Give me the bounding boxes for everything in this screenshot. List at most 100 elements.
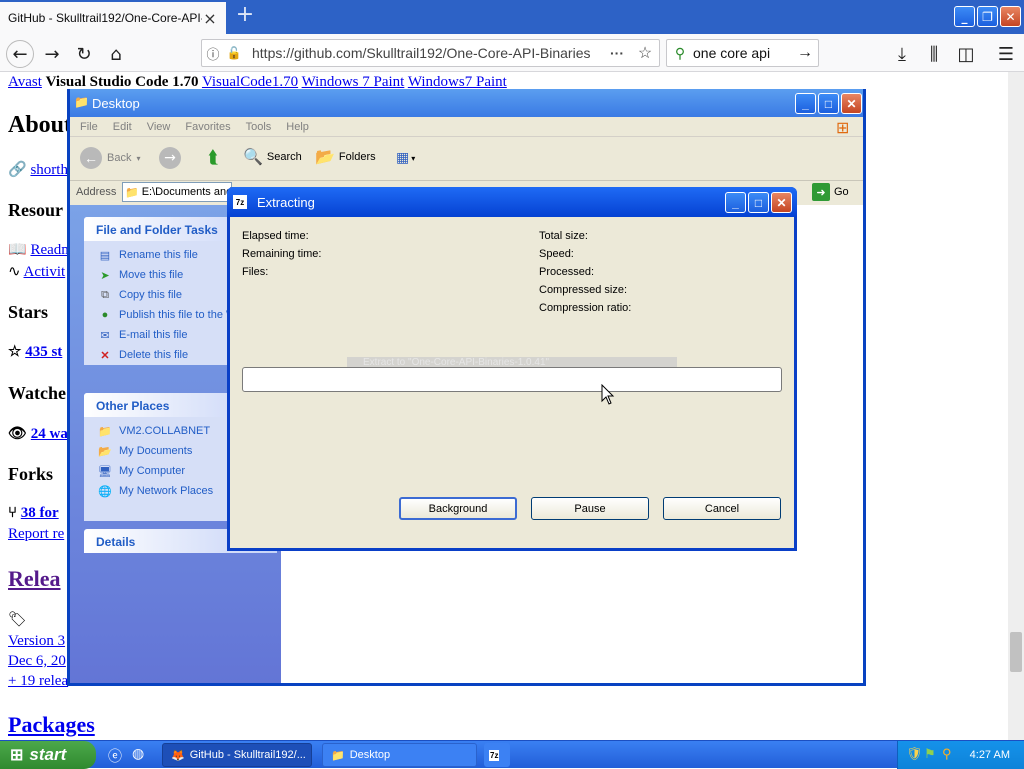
- pulse-icon: ∿: [8, 264, 21, 280]
- folders-button[interactable]: 📂 Folders: [315, 147, 376, 167]
- go-arrow-icon: ➜: [812, 183, 830, 201]
- menu-icon[interactable]: ☰: [992, 40, 1020, 68]
- compression-ratio-label: Compression ratio:: [539, 302, 632, 314]
- page-actions-icon[interactable]: ···: [603, 45, 631, 61]
- reload-icon[interactable]: ↻: [70, 40, 98, 68]
- about-heading: About: [8, 112, 73, 138]
- forward-arrow-icon[interactable]: →: [159, 147, 181, 169]
- url-text[interactable]: https://github.com/Skulltrail192/One-Cor…: [244, 45, 603, 61]
- link-visualcode[interactable]: VisualCode1.70: [202, 74, 298, 90]
- go-button[interactable]: ➜ Go: [812, 183, 849, 201]
- new-tab-button[interactable]: +: [234, 4, 256, 28]
- close-button[interactable]: ✕: [1000, 6, 1021, 27]
- version-link[interactable]: Version 3: [8, 633, 65, 650]
- explorer-minimize-button[interactable]: _: [795, 93, 816, 114]
- search-go-icon[interactable]: →: [792, 44, 818, 62]
- task-github-label: GitHub - Skulltrail192/...: [189, 749, 306, 761]
- cancel-button[interactable]: Cancel: [663, 497, 781, 520]
- stars-link[interactable]: 435 st: [25, 344, 62, 360]
- dialog-minimize-button[interactable]: _: [725, 192, 746, 213]
- dialog-maximize-button[interactable]: □: [748, 192, 769, 213]
- link-avast[interactable]: Avast: [8, 74, 42, 90]
- processed-label: Processed:: [539, 266, 595, 278]
- task-7zip[interactable]: 7z: [484, 743, 510, 767]
- dialog-close-button[interactable]: ✕: [771, 192, 792, 213]
- back-button[interactable]: ← Back ▾: [80, 147, 140, 169]
- views-button[interactable]: ▦ ▾: [396, 148, 430, 168]
- address-field[interactable]: 📁 E:\Documents and: [122, 182, 232, 202]
- minimize-button[interactable]: _: [954, 6, 975, 27]
- search-tray-icon[interactable]: ⚲: [942, 746, 952, 762]
- address-value: E:\Documents and: [141, 186, 232, 198]
- forks-link[interactable]: 38 for: [21, 505, 59, 521]
- activity-row: ∿ Activit: [8, 262, 65, 281]
- elapsed-time-label: Elapsed time:: [242, 230, 309, 242]
- start-button[interactable]: ⊞ start: [0, 741, 96, 769]
- shield-icon[interactable]: 🛡: [906, 746, 923, 762]
- search-input[interactable]: one core api: [693, 45, 792, 61]
- up-folder-icon[interactable]: ⮬: [208, 147, 219, 168]
- link-icon: 🔗: [8, 162, 27, 178]
- ie-quicklaunch-icon[interactable]: ⓔ: [108, 746, 122, 766]
- compressed-size-label: Compressed size:: [539, 284, 628, 296]
- stars-heading: Stars: [8, 302, 48, 322]
- forward-icon[interactable]: →: [38, 40, 66, 68]
- copy-icon: ⧉: [101, 288, 109, 301]
- menu-file[interactable]: File: [80, 121, 98, 133]
- tab-close-icon[interactable]: ×: [202, 9, 218, 28]
- delete-icon: ✕: [100, 349, 110, 362]
- menu-help[interactable]: Help: [286, 121, 309, 133]
- page-scrollbar[interactable]: [1008, 72, 1024, 740]
- shorth-link[interactable]: shorth: [30, 162, 68, 178]
- background-button[interactable]: Background: [399, 497, 517, 520]
- bookmark-star-icon[interactable]: ☆: [631, 43, 659, 63]
- menu-edit[interactable]: Edit: [113, 121, 132, 133]
- browser-tab[interactable]: GitHub - Skulltrail192/One-Core-API-Bi ×: [0, 2, 226, 34]
- releases-heading[interactable]: Relea: [8, 566, 61, 592]
- explorer-maximize-button[interactable]: □: [818, 93, 839, 114]
- menu-view[interactable]: View: [147, 121, 171, 133]
- link-paint[interactable]: Windows 7 Paint: [302, 74, 405, 90]
- pause-button[interactable]: Pause: [531, 497, 649, 520]
- date-link[interactable]: Dec 6, 20: [8, 653, 66, 670]
- eye-icon: 👁: [8, 426, 28, 442]
- menu-tools[interactable]: Tools: [246, 121, 272, 133]
- scrollbar-thumb[interactable]: [1010, 632, 1022, 672]
- info-icon[interactable]: ⓘ: [202, 44, 224, 63]
- explorer-close-button[interactable]: ✕: [841, 93, 862, 114]
- downloads-icon[interactable]: ⤓: [888, 40, 916, 68]
- folders-icon: 📂: [315, 149, 335, 166]
- restore-button[interactable]: ❐: [977, 6, 998, 27]
- forks-heading: Forks: [8, 464, 53, 484]
- task-github[interactable]: 🦊 GitHub - Skulltrail192/...: [162, 743, 312, 767]
- task-desktop[interactable]: 📁 Desktop: [322, 743, 477, 767]
- packages-heading[interactable]: Packages: [8, 712, 95, 738]
- back-icon[interactable]: ←: [6, 40, 34, 68]
- report-link[interactable]: Report re: [8, 526, 64, 543]
- search-bar[interactable]: ⚲ one core api →: [666, 39, 819, 67]
- home-icon[interactable]: ⌂: [102, 40, 130, 68]
- menu-favorites[interactable]: Favorites: [185, 121, 230, 133]
- dialog-titlebar[interactable]: 7z Extracting _ □ ✕: [227, 187, 797, 217]
- sidebar-icon[interactable]: ◫: [952, 40, 980, 68]
- back-dropdown-icon[interactable]: ▾: [136, 154, 140, 163]
- browser-tab-bar: GitHub - Skulltrail192/One-Core-API-Bi ×…: [0, 0, 1024, 34]
- explorer-titlebar[interactable]: 📁 Desktop _ □ ✕: [70, 89, 863, 117]
- search-label: Search: [266, 151, 302, 163]
- link-vscode-bold[interactable]: Visual Studio Code 1.70: [46, 74, 199, 90]
- email-icon: ✉: [100, 329, 110, 342]
- taskbar: ⊞ start ⓔ ◍ 🦊 GitHub - Skulltrail192/...…: [0, 740, 1024, 769]
- firefox-quicklaunch-icon[interactable]: ◍: [132, 746, 144, 762]
- url-bar[interactable]: ⓘ 🔓 https://github.com/Skulltrail192/One…: [201, 39, 660, 67]
- search-button[interactable]: 🔍 Search: [243, 147, 302, 167]
- more-releases-link[interactable]: + 19 relea: [8, 673, 68, 690]
- search-icon: ⚲: [674, 44, 686, 61]
- link-paint2[interactable]: Windows7 Paint: [408, 74, 507, 90]
- browser-tab-title: GitHub - Skulltrail192/One-Core-API-Bi: [8, 11, 202, 25]
- watchers-link[interactable]: 24 wa: [31, 426, 68, 442]
- computer-icon: 🖥: [98, 465, 112, 478]
- activity-link[interactable]: Activit: [24, 264, 66, 280]
- shorth-row: 🔗 shorth: [8, 160, 68, 179]
- network-tray-icon[interactable]: ⚑: [924, 746, 936, 762]
- library-icon[interactable]: ⫼: [920, 40, 948, 68]
